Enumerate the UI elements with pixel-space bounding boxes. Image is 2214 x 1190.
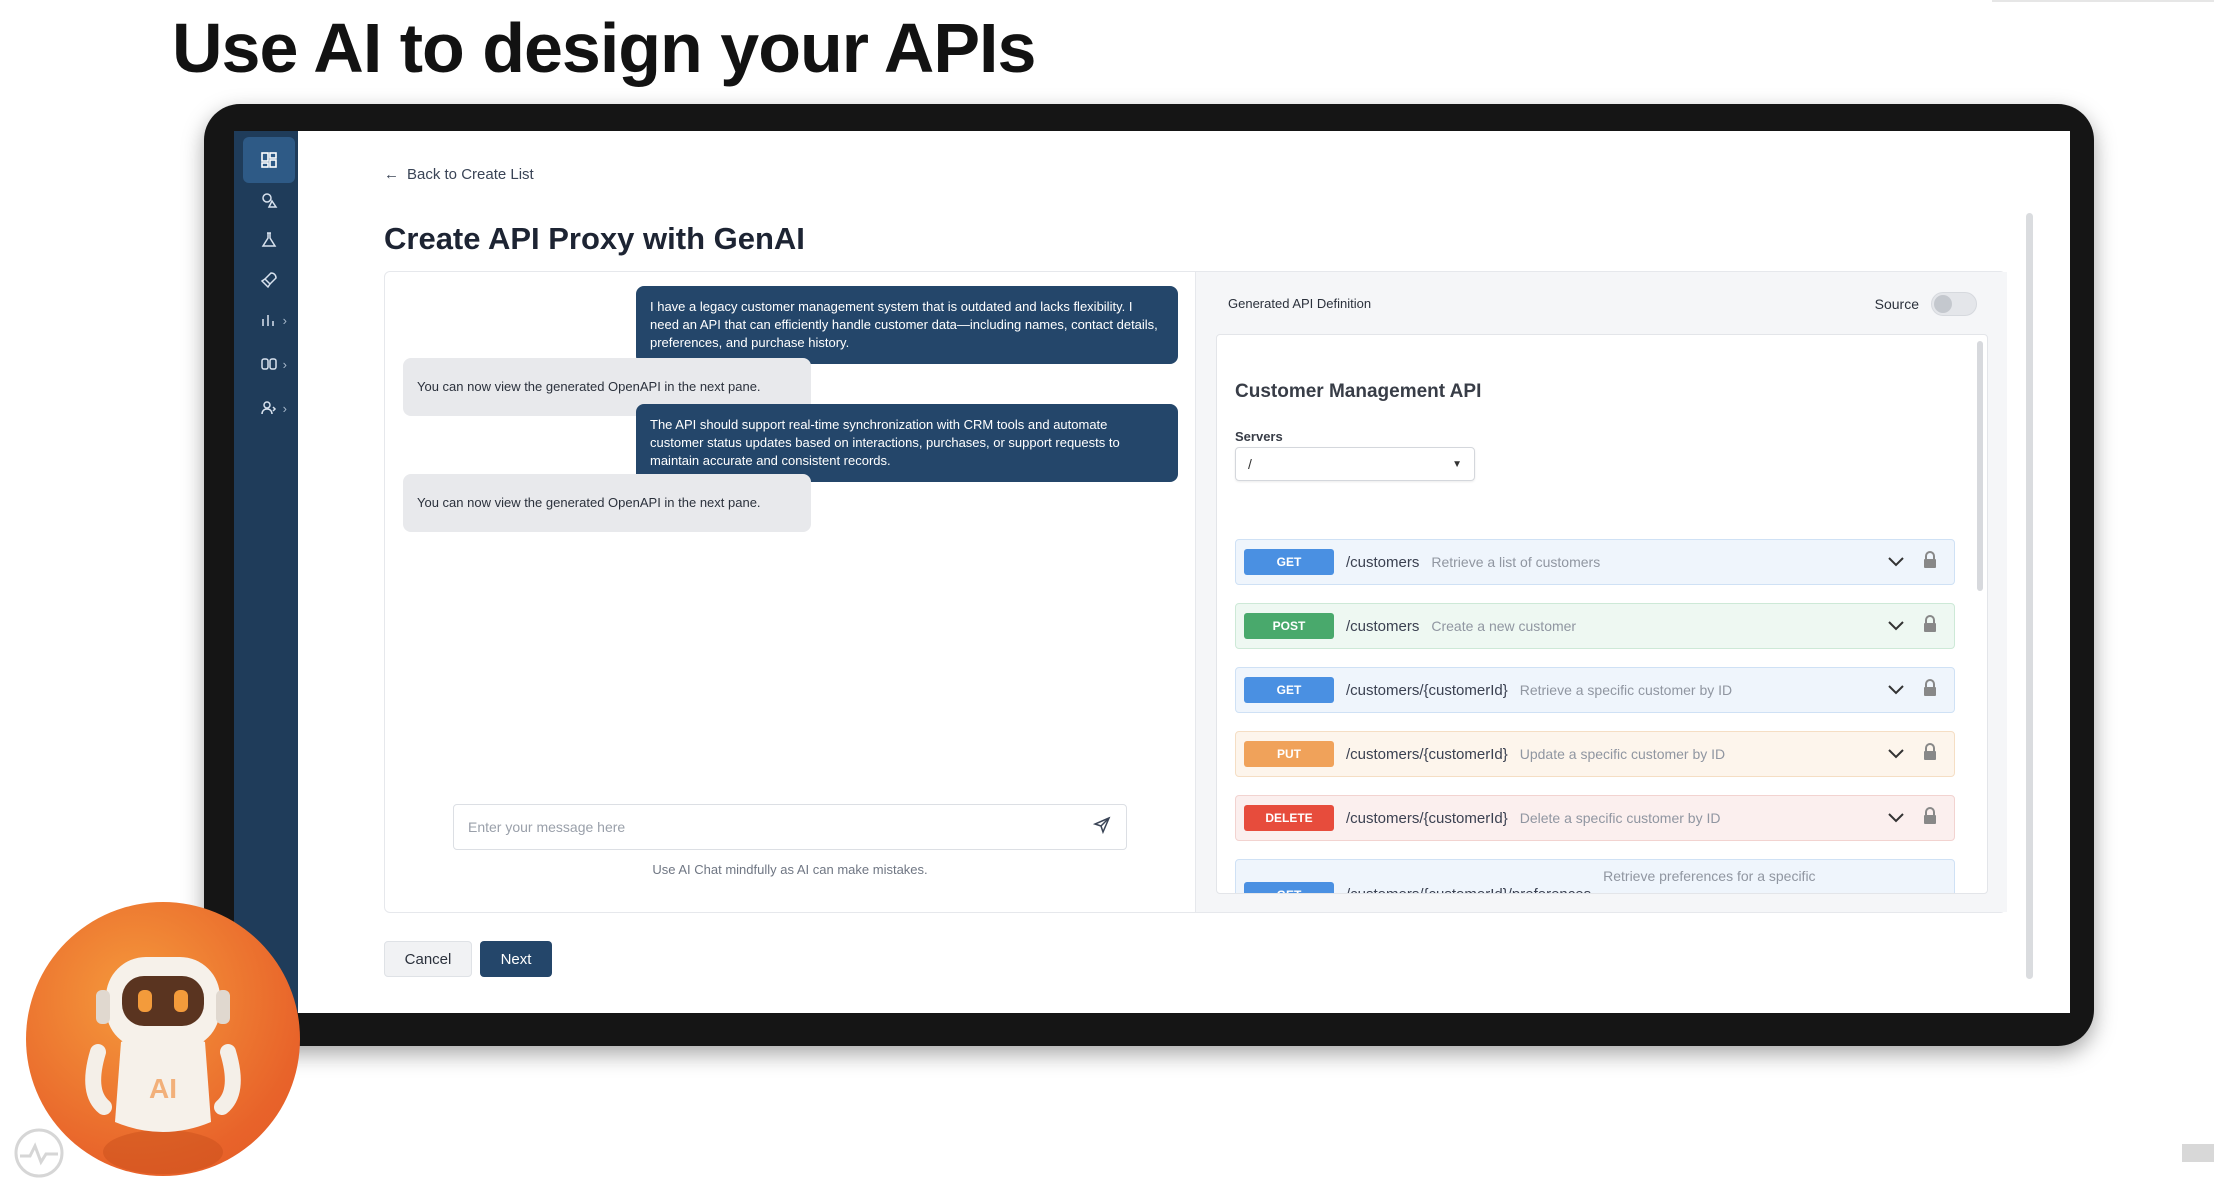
send-icon — [1092, 816, 1111, 834]
operation-path: /customers/{customerId} — [1346, 809, 1508, 827]
openapi-viewer: Customer Management API Servers / ▼ GET … — [1216, 334, 1988, 894]
bar-chart-icon — [262, 315, 274, 326]
arrow-left-icon: ← — [384, 166, 399, 183]
chevron-down-icon[interactable] — [1886, 743, 1906, 768]
method-badge: GET — [1244, 549, 1334, 575]
method-badge: GET — [1244, 677, 1334, 703]
robot-chest-label: AI — [149, 1073, 177, 1104]
operation-summary: Update a specific customer by ID — [1519, 746, 1726, 762]
back-link-label: Back to Create List — [407, 166, 534, 183]
ai-disclaimer: Use AI Chat mindfully as AI can make mis… — [652, 862, 928, 877]
chevron-down-icon[interactable] — [1886, 807, 1906, 832]
operation-row[interactable]: POST /customers Create a new customer — [1235, 603, 1955, 649]
chat-message-user: The API should support real-time synchro… — [636, 404, 1178, 482]
genai-panel: I have a legacy customer management syst… — [384, 271, 2007, 913]
cancel-button[interactable]: Cancel — [384, 941, 472, 977]
next-button[interactable]: Next — [480, 941, 552, 977]
method-badge: PUT — [1244, 741, 1334, 767]
sidebar-item-products[interactable]: › — [243, 341, 295, 387]
chevron-down-icon[interactable] — [1886, 679, 1906, 704]
method-badge: POST — [1244, 613, 1334, 639]
sidebar-item-analytics[interactable]: › — [243, 297, 295, 343]
message-input[interactable] — [468, 819, 1048, 835]
grid-icon — [261, 358, 277, 370]
definition-pane: Generated API Definition Source Customer… — [1195, 272, 2007, 912]
app-window: › › › ← Back to Create List Create API P… — [234, 131, 2070, 1013]
definition-title: Generated API Definition — [1228, 296, 1372, 311]
operation-path: /customers — [1346, 553, 1420, 571]
operation-row[interactable]: GET /customers/{customerId} Retrieve a s… — [1235, 667, 1955, 713]
source-toggle[interactable] — [1931, 292, 1977, 316]
chevron-down-icon[interactable] — [1886, 551, 1906, 576]
operation-row[interactable]: PUT /customers/{customerId} Update a spe… — [1235, 731, 1955, 777]
ai-robot-mascot: AI — [26, 902, 300, 1176]
operation-row[interactable]: DELETE /customers/{customerId} Delete a … — [1235, 795, 1955, 841]
chat-pane: I have a legacy customer management syst… — [385, 272, 1195, 912]
chevron-right-icon: › — [282, 312, 287, 328]
operation-path: /customers — [1346, 617, 1420, 635]
rocket-icon — [260, 272, 277, 289]
flask-icon — [261, 232, 277, 247]
source-control: Source — [1875, 292, 1977, 316]
lock-icon[interactable] — [1920, 806, 1940, 831]
chat-message-ai: You can now view the generated OpenAPI i… — [403, 474, 811, 532]
lock-icon[interactable] — [1920, 614, 1940, 639]
shapes-icon — [262, 193, 278, 208]
page-scrollbar[interactable] — [2026, 213, 2033, 979]
send-button[interactable] — [1092, 815, 1112, 840]
chevron-right-icon: › — [282, 356, 287, 372]
source-label: Source — [1874, 296, 1919, 312]
chat-message-user: I have a legacy customer management syst… — [636, 286, 1178, 364]
operation-path: /customers/{customerId}/preferences — [1346, 886, 1591, 893]
dashboard-icon — [261, 152, 277, 168]
operation-summary: Retrieve preferences for a specific — [1603, 868, 1816, 884]
page-title: Create API Proxy with GenAI — [384, 221, 805, 256]
operation-path: /customers/{customerId} — [1346, 745, 1508, 763]
sidebar: › › › — [234, 131, 298, 1013]
toggle-knob — [1934, 295, 1952, 313]
servers-select[interactable]: / ▼ — [1235, 447, 1475, 481]
sidebar-item-users[interactable]: › — [243, 385, 295, 431]
spec-scrollbar[interactable] — [1977, 341, 1983, 591]
lock-icon[interactable] — [1920, 550, 1940, 575]
slide: Use AI to design your APIs › › › ← Back … — [0, 0, 2214, 1190]
operation-path: /customers/{customerId} — [1346, 681, 1508, 699]
operation-summary: Retrieve a list of customers — [1431, 554, 1601, 570]
server-selected-value: / — [1248, 456, 1252, 472]
lock-icon[interactable] — [1920, 678, 1940, 703]
operation-summary: Retrieve a specific customer by ID — [1519, 682, 1733, 698]
method-badge: DELETE — [1244, 805, 1334, 831]
lock-icon[interactable] — [1920, 742, 1940, 767]
corner-marker — [2182, 1144, 2214, 1162]
users-icon — [261, 401, 277, 415]
slide-headline: Use AI to design your APIs — [172, 9, 1036, 87]
servers-label: Servers — [1235, 429, 1283, 444]
chevron-right-icon: › — [282, 400, 287, 416]
operation-summary: Delete a specific customer by ID — [1519, 810, 1721, 826]
robot-icon: AI — [85, 957, 241, 1174]
top-divider — [1992, 0, 2214, 2]
api-title: Customer Management API — [1235, 381, 1482, 402]
operation-row[interactable]: GET /customers/{customerId}/preferences … — [1235, 859, 1955, 893]
back-to-create-list-link[interactable]: ← Back to Create List — [384, 166, 534, 183]
activity-watermark-icon — [14, 1128, 64, 1178]
caret-down-icon: ▼ — [1452, 458, 1462, 470]
method-badge: GET — [1244, 882, 1334, 893]
operation-summary: Create a new customer — [1431, 618, 1577, 634]
chat-input-box — [453, 804, 1127, 850]
operation-row[interactable]: GET /customers Retrieve a list of custom… — [1235, 539, 1955, 585]
chevron-down-icon[interactable] — [1886, 615, 1906, 640]
